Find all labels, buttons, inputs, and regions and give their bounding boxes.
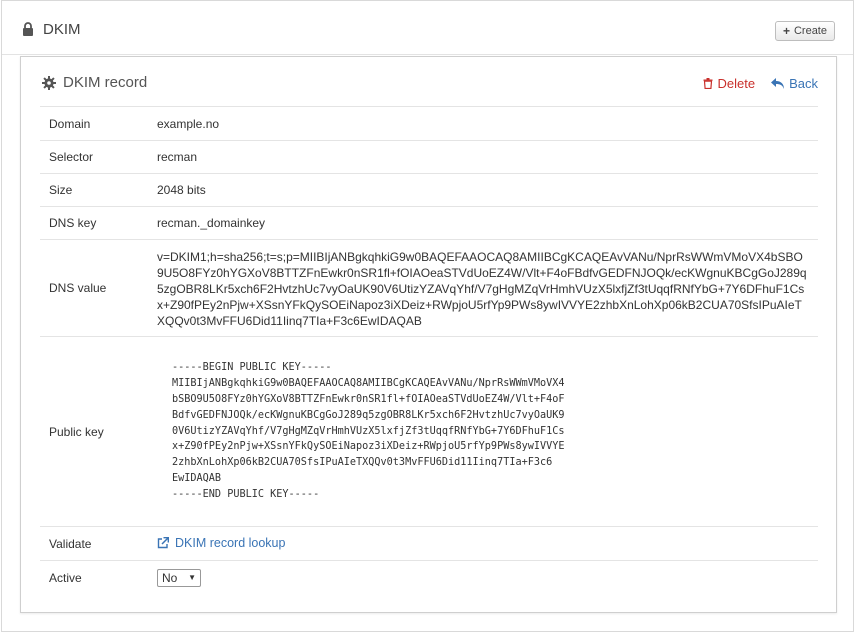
page-title: DKIM (43, 21, 81, 38)
table-row: Active No ▼ (40, 560, 818, 595)
panel-header: DKIM record Delete Back (21, 57, 836, 109)
dns-key-label: DNS key (40, 206, 148, 240)
page-header: DKIM + Create (2, 1, 853, 55)
create-button-label: Create (793, 25, 827, 37)
table-row: Public key -----BEGIN PUBLIC KEY----- MI… (40, 336, 818, 527)
dns-value-text: v=DKIM1;h=sha256;t=s;p=MIIBIjANBgkqhkiG9… (148, 239, 818, 337)
back-label: Back (789, 76, 818, 91)
delete-label: Delete (717, 76, 756, 91)
gear-icon (42, 76, 56, 90)
table-row: Selector recman (40, 140, 818, 174)
table-row: DNS key recman._domainkey (40, 206, 818, 240)
back-button[interactable]: Back (771, 76, 818, 91)
dkim-lookup-label: DKIM record lookup (175, 535, 286, 550)
dkim-record-panel: DKIM record Delete Back Domain example.n… (20, 56, 837, 613)
table-row: DNS value v=DKIM1;h=sha256;t=s;p=MIIBIjA… (40, 239, 818, 337)
dkim-lookup-link[interactable]: DKIM record lookup (157, 536, 285, 550)
public-key-label: Public key (40, 336, 148, 527)
active-select[interactable]: No ▼ (157, 568, 201, 587)
chevron-down-icon: ▼ (188, 573, 196, 583)
dns-value-label: DNS value (40, 239, 148, 337)
table-row: Size 2048 bits (40, 173, 818, 207)
domain-label: Domain (40, 106, 148, 141)
validate-label: Validate (40, 526, 148, 561)
active-select-value: No (162, 570, 178, 585)
panel-title: DKIM record (63, 74, 148, 91)
trash-icon (703, 78, 713, 89)
size-value: 2048 bits (148, 173, 818, 207)
selector-value: recman (148, 140, 818, 174)
create-button[interactable]: + Create (774, 21, 835, 41)
delete-button[interactable]: Delete (703, 76, 756, 91)
table-row: Domain example.no (40, 106, 818, 141)
active-label: Active (40, 560, 148, 595)
lock-icon (23, 22, 33, 36)
record-table: Domain example.no Selector recman Size 2… (40, 106, 818, 595)
panel-actions: Delete Back (703, 76, 818, 91)
table-row: Validate DKIM record lookup (40, 526, 818, 561)
size-label: Size (40, 173, 148, 207)
dns-key-value: recman._domainkey (148, 206, 818, 240)
public-key-text: -----BEGIN PUBLIC KEY----- MIIBIjANBgkqh… (172, 362, 565, 500)
plus-icon: + (782, 24, 790, 38)
app-frame: DKIM + Create DKIM record Delete Back Do… (1, 0, 854, 632)
domain-value: example.no (148, 106, 818, 141)
external-link-icon (157, 536, 169, 548)
reply-icon (771, 78, 785, 89)
selector-label: Selector (40, 140, 148, 174)
